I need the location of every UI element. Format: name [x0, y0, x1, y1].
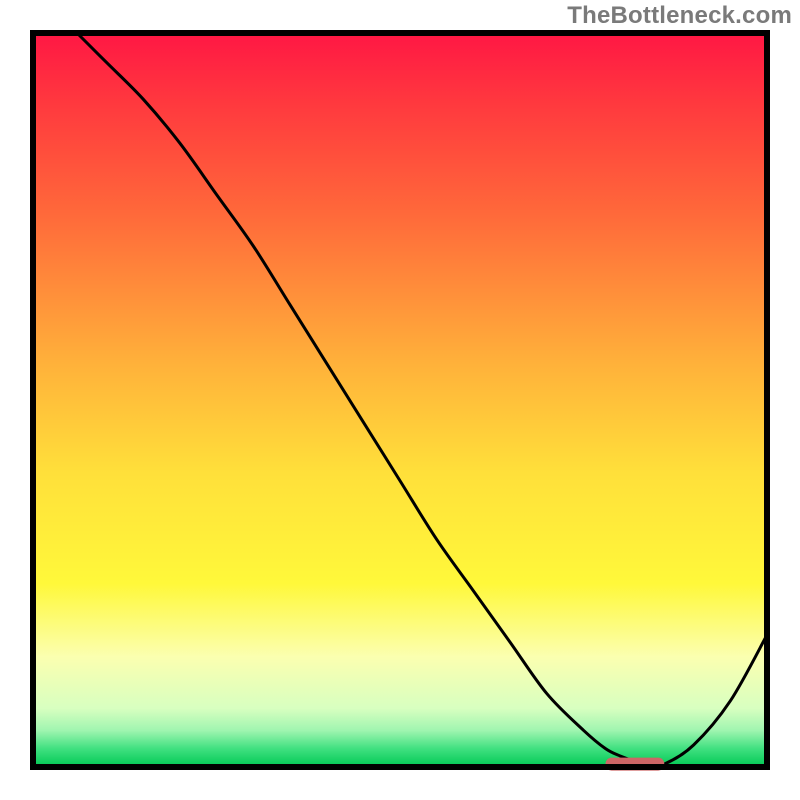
watermark-text: TheBottleneck.com	[567, 2, 792, 30]
chart-container: TheBottleneck.com	[0, 0, 800, 800]
chart-svg	[0, 0, 800, 800]
plot-background	[33, 33, 767, 767]
